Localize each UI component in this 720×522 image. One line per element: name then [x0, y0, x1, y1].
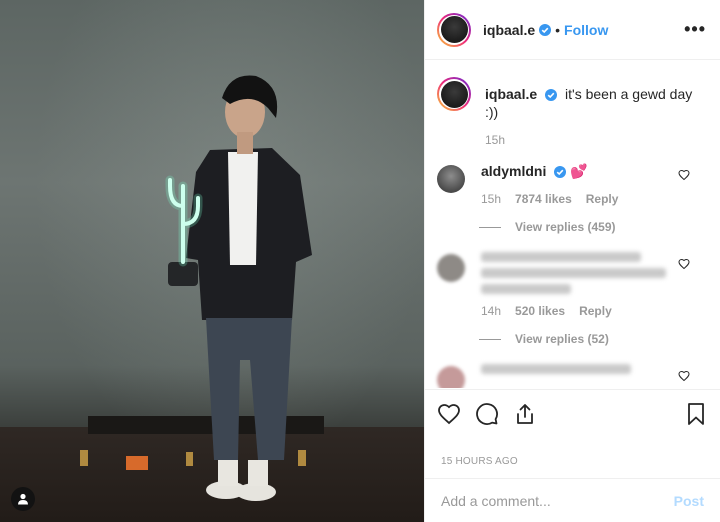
like-comment-heart-icon[interactable]: [678, 258, 690, 270]
comment-text-blurred: 14h 520 likes Reply: [481, 252, 671, 318]
comment-meta: 15h 7874 likes Reply: [481, 192, 671, 206]
post-timestamp: 15 HOURS AGO: [441, 456, 518, 467]
comment-input[interactable]: [441, 492, 674, 509]
comment-time: 14h: [481, 304, 502, 318]
follow-button[interactable]: Follow: [564, 22, 608, 38]
post-comment-button[interactable]: Post: [674, 493, 704, 509]
comment-meta: 14h 520 likes Reply: [481, 304, 671, 318]
view-replies-label: View replies (459): [515, 220, 616, 234]
view-replies-label: View replies (52): [515, 332, 609, 346]
comment-bubble-icon[interactable]: [475, 402, 499, 426]
comments-list[interactable]: iqbaal.e it's been a gewd day :)) 15h al…: [425, 61, 720, 388]
post-actions: [425, 389, 720, 437]
caption-text: iqbaal.e it's been a gewd day :)): [485, 77, 704, 121]
caption-time: 15h: [485, 133, 506, 147]
like-comment-heart-icon[interactable]: [678, 370, 690, 382]
commenter-avatar[interactable]: [437, 165, 465, 193]
post-panel: iqbaal.e • Follow ••• iqbaal.e it's been…: [424, 0, 720, 522]
reply-button[interactable]: Reply: [586, 192, 619, 206]
separator-dot: •: [555, 21, 561, 38]
comment-time: 15h: [481, 192, 502, 206]
like-comment-heart-icon[interactable]: [678, 169, 690, 181]
comment-item: aldymldni 💕 15h 7874 likes Reply: [437, 163, 704, 206]
comment-item: [437, 364, 704, 388]
view-replies-line: [479, 338, 501, 340]
verified-badge-icon: [545, 89, 558, 102]
reply-button[interactable]: Reply: [579, 304, 612, 318]
caption-username[interactable]: iqbaal.e: [485, 86, 537, 102]
comment-text: 💕: [570, 163, 588, 179]
more-options-icon[interactable]: •••: [684, 19, 706, 40]
caption-avatar[interactable]: [437, 77, 471, 111]
comment-likes[interactable]: 520 likes: [515, 304, 565, 318]
comment-text-blurred: [481, 364, 671, 388]
tagged-users-button[interactable]: [11, 487, 35, 511]
author-username[interactable]: iqbaal.e: [483, 22, 535, 38]
commenter-avatar[interactable]: [437, 254, 465, 282]
verified-badge-icon: [539, 23, 552, 36]
save-bookmark-icon[interactable]: [684, 402, 708, 426]
like-heart-icon[interactable]: [437, 402, 461, 426]
view-replies-line: [479, 226, 501, 228]
post-photo[interactable]: [0, 0, 424, 522]
comment-likes[interactable]: 7874 likes: [515, 192, 572, 206]
post-modal: iqbaal.e • Follow ••• iqbaal.e it's been…: [0, 0, 720, 522]
commenter-avatar[interactable]: [437, 366, 465, 388]
comment-item: 14h 520 likes Reply: [437, 252, 704, 318]
view-replies-link[interactable]: View replies (52): [479, 332, 704, 346]
person-icon: [18, 493, 28, 505]
share-icon[interactable]: [513, 402, 537, 426]
add-comment-bar: Post: [425, 478, 720, 522]
caption: iqbaal.e it's been a gewd day :)): [437, 77, 704, 121]
view-replies-link[interactable]: View replies (459): [479, 220, 704, 234]
post-header: iqbaal.e • Follow •••: [425, 0, 720, 60]
author-avatar[interactable]: [437, 12, 471, 47]
verified-badge-icon: [554, 166, 567, 179]
commenter-username[interactable]: aldymldni: [481, 163, 546, 179]
person-illustration: [80, 75, 312, 501]
